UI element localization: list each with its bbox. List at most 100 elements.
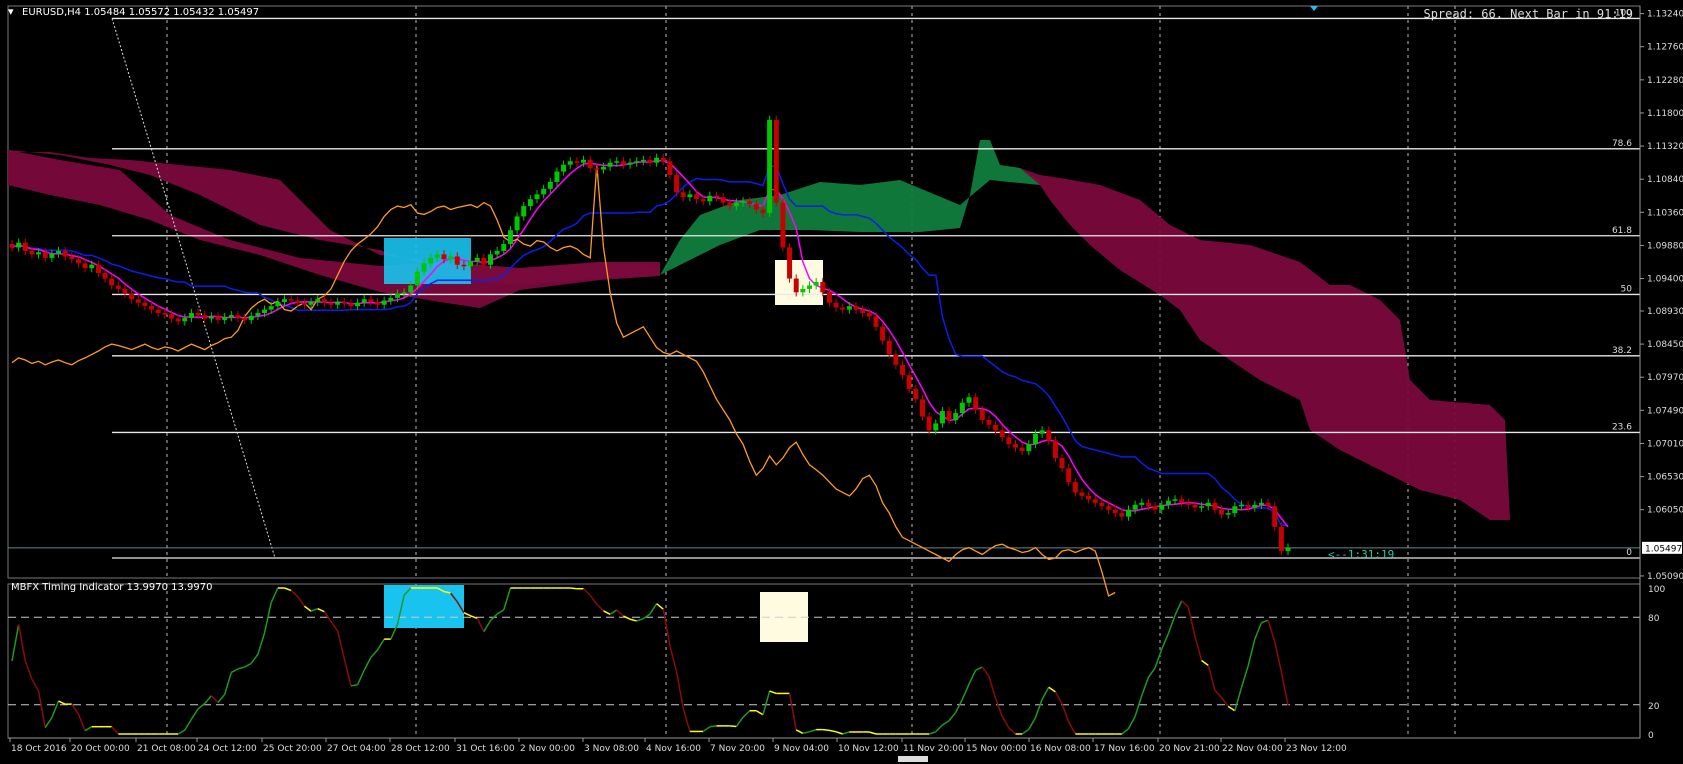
x-tick-label: 23 Nov 12:00 (1286, 744, 1347, 754)
oscillator-segment (1267, 619, 1276, 642)
oscillator-segment (948, 711, 957, 722)
candle-body (933, 423, 939, 431)
candle-body (1066, 468, 1072, 483)
oscillator-segment (955, 698, 964, 713)
candle-body (740, 201, 746, 203)
oscillator-segment (177, 729, 186, 735)
x-tick-label: 16 Nov 08:00 (1030, 744, 1091, 754)
candle-body (926, 416, 932, 431)
candle-body (594, 168, 600, 170)
candle-body (22, 242, 28, 251)
oscillator-segment (1273, 641, 1283, 672)
oscillator-segment (1041, 686, 1050, 700)
oscillator-segment (496, 609, 505, 615)
candle-body (507, 230, 513, 245)
x-tick-label: 20 Nov 21:00 (1159, 744, 1220, 754)
oscillator-segment (77, 713, 86, 731)
oscillator-segment (1261, 619, 1269, 624)
oscillator-segment (210, 695, 219, 703)
y-tick-label: 1.05090 (1647, 572, 1683, 582)
x-tick-label: 20 Oct 00:00 (71, 744, 130, 754)
oscillator-segment (356, 669, 365, 686)
candle-body (993, 424, 999, 431)
candle-body (228, 315, 234, 318)
cyan-indicator-box (384, 585, 464, 628)
triangle-icon[interactable]: ▾ (8, 5, 14, 18)
oscillator-segment (1028, 717, 1037, 730)
candle-body (195, 313, 201, 316)
candle-body (747, 201, 753, 205)
candle-body (348, 303, 354, 307)
oscillator-segment (961, 683, 970, 700)
candle-body (1052, 440, 1058, 458)
candle-body (1278, 526, 1284, 552)
indicator-level-label: 100 (1648, 585, 1665, 595)
candle-body (753, 204, 759, 210)
oscillator-segment (84, 726, 93, 732)
oscillator-segment (184, 718, 193, 731)
candle-body (521, 206, 527, 217)
oscillator-segment (1134, 695, 1143, 717)
oscillator-segment (1001, 716, 1010, 729)
candle-body (1252, 504, 1258, 508)
oscillator-segment (217, 693, 226, 703)
time-axis: 18 Oct 2016 20 Oct 00:00 21 Oct 08:00 24 Oc… (8, 737, 1640, 762)
candle-body (1119, 513, 1125, 517)
candle-body (1219, 509, 1225, 515)
oscillator-segment (197, 702, 206, 710)
candle-body (853, 306, 859, 310)
candle-body (787, 247, 793, 279)
candle-body (401, 292, 407, 294)
oscillator-segment (1214, 689, 1223, 699)
candle-body (1019, 447, 1025, 452)
candle-body (448, 256, 454, 260)
candle-body (89, 264, 95, 269)
candle-body (780, 202, 786, 248)
oscillator-segment (869, 731, 877, 735)
candle-body (202, 315, 208, 319)
fib-label: 61.8 (1612, 226, 1632, 236)
candle-body (1046, 430, 1052, 441)
oscillator-segment (795, 729, 804, 734)
oscillator-segment (1054, 691, 1063, 704)
candle-body (574, 161, 580, 163)
oscillator-segment (11, 624, 20, 662)
x-tick-label: 28 Oct 12:00 (391, 744, 450, 754)
candle-body (1139, 502, 1145, 505)
oscillator-segment (709, 725, 717, 728)
candle-body (647, 159, 653, 163)
oscillator-segment (270, 587, 279, 603)
oscillator-segment (503, 587, 512, 611)
y-tick-label: 1.10360 (1647, 208, 1683, 218)
candle-body (946, 411, 952, 420)
oscillator-segment (988, 676, 997, 699)
x-tick-label: 24 Oct 12:00 (198, 744, 257, 754)
oscillator-segment (822, 728, 830, 732)
candle-body (155, 309, 161, 314)
oscillator-segment (111, 726, 119, 735)
x-tick-label: 10 Nov 12:00 (838, 744, 899, 754)
candle-body (587, 159, 593, 169)
oscillator-segment (928, 731, 937, 735)
candle-body (773, 119, 779, 203)
oscillator-segment (649, 603, 658, 615)
candle-body (919, 399, 925, 417)
oscillator-segment (1227, 705, 1236, 712)
oscillator-segment (230, 668, 239, 674)
oscillator-segment (290, 589, 299, 598)
candle-body (1185, 502, 1191, 505)
oscillator-segment (1181, 600, 1189, 608)
candle-body (481, 257, 487, 265)
candle-body (421, 263, 427, 272)
oscillator-segment (1141, 677, 1150, 696)
candle-body (1159, 504, 1165, 510)
candle-body (1039, 430, 1045, 434)
x-tick-label: 18 Oct 2016 (11, 744, 67, 754)
candle-body (434, 254, 440, 258)
candle-body (295, 300, 301, 303)
candle-body (1152, 506, 1158, 510)
oscillator-segment (589, 594, 598, 605)
candle-body (441, 254, 447, 260)
candle-body (169, 314, 174, 319)
indicator-title: MBFX Timing Indicator 13.9970 13.9970 (11, 582, 212, 593)
